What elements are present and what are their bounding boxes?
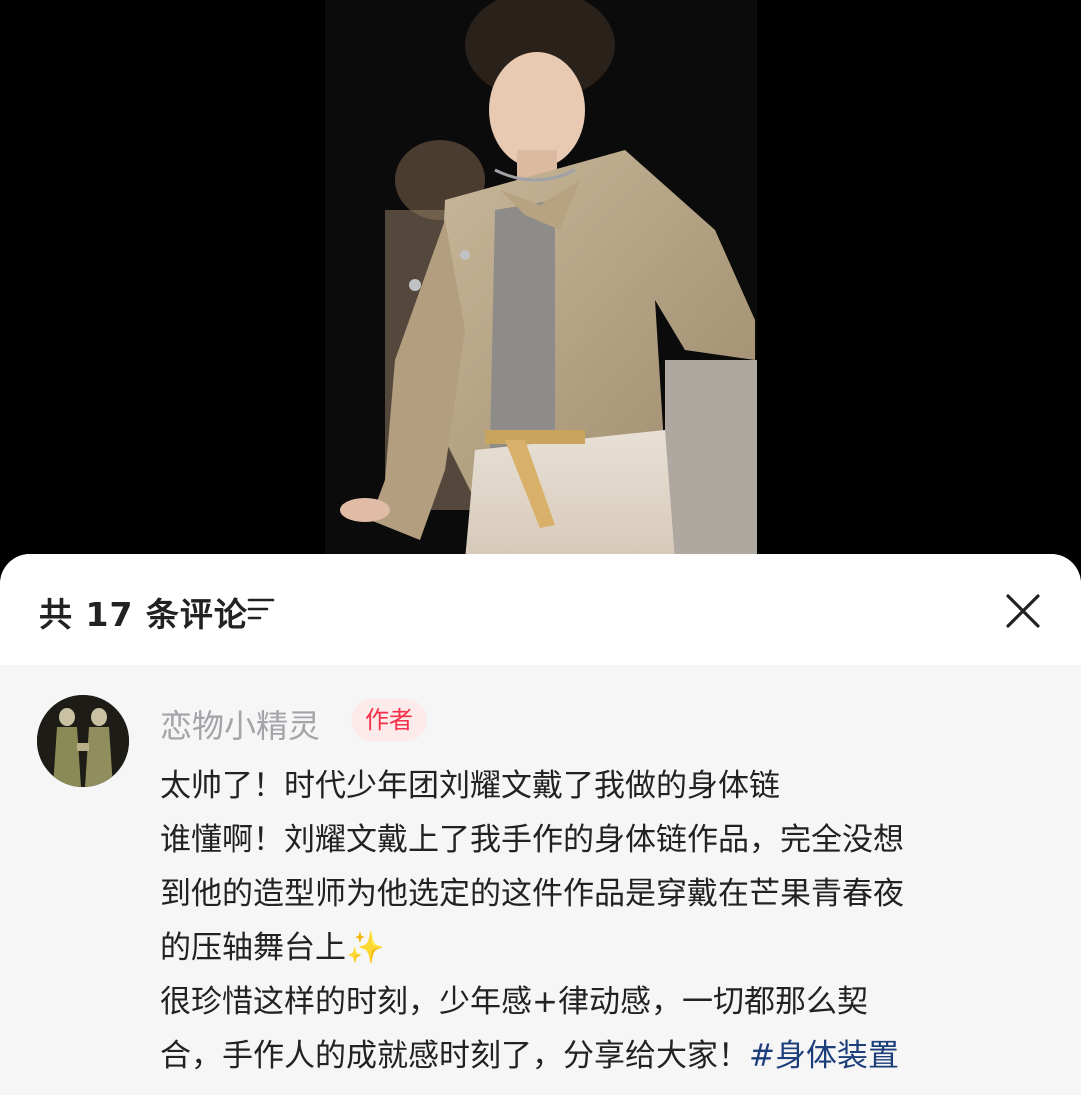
comment-line-text: 合，手作人的成就感时刻了，分享给大家！ <box>160 1038 749 1074</box>
avatar-image <box>37 695 129 787</box>
comment-line: 谁懂啊！刘耀文戴上了我手作的身体链作品，完全没想 <box>160 822 904 858</box>
comments-sheet: 共 17 条评论 恋物小精灵 作者 太帅了！时代少年团刘耀文戴了我做的身体链 谁… <box>0 554 1081 1095</box>
close-icon[interactable] <box>1004 592 1042 630</box>
avatar[interactable] <box>37 695 129 787</box>
author-badge: 作者 <box>351 699 427 741</box>
hashtag-link[interactable]: #身体装置 <box>749 1038 899 1074</box>
comment-count: 共 17 条评论 <box>39 595 248 634</box>
screen: 共 17 条评论 恋物小精灵 作者 太帅了！时代少年团刘耀文戴了我做的身体链 谁… <box>0 0 1081 1095</box>
comment-line: 到他的造型师为他选定的这件作品是穿戴在芒果青春夜 <box>160 876 904 912</box>
sparkle-emoji-icon: ✨ <box>346 930 385 966</box>
comment-line: 合，手作人的成就感时刻了，分享给大家！#身体装置 <box>160 1029 1040 1083</box>
sort-lines-icon[interactable] <box>247 597 275 623</box>
comment-item: 恋物小精灵 作者 太帅了！时代少年团刘耀文戴了我做的身体链 谁懂啊！刘耀文戴上了… <box>0 665 1081 1095</box>
video-player[interactable] <box>325 0 757 560</box>
video-frame <box>325 0 757 560</box>
comment-line: 太帅了！时代少年团刘耀文戴了我做的身体链 <box>160 768 780 804</box>
username[interactable]: 恋物小精灵 <box>160 701 320 747</box>
comments-header: 共 17 条评论 <box>0 554 1081 665</box>
comment-line: 很珍惜这样的时刻，少年感+律动感，一切都那么契 <box>160 984 868 1020</box>
comment-text[interactable]: 太帅了！时代少年团刘耀文戴了我做的身体链 谁懂啊！刘耀文戴上了我手作的身体链作品… <box>160 759 1040 1083</box>
comment-line-text: 的压轴舞台上 <box>160 930 346 966</box>
comment-line: 的压轴舞台上✨ <box>160 921 1040 975</box>
